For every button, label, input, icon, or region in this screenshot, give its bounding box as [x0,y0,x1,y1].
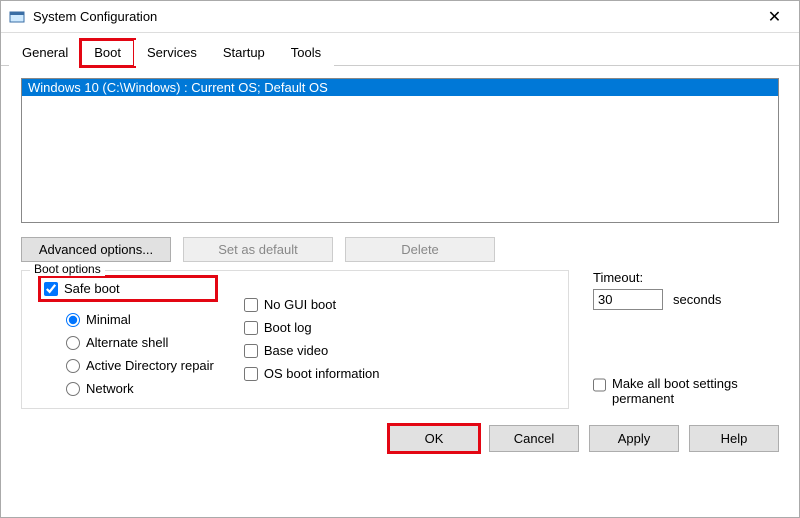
osinfo-checkbox[interactable]: OS boot information [244,366,380,381]
nogui-input[interactable] [244,298,258,312]
timeout-block: Timeout: seconds [593,270,779,310]
boot-entry[interactable]: Windows 10 (C:\Windows) : Current OS; De… [22,79,778,96]
titlebar: System Configuration ✕ [1,1,799,33]
system-configuration-window: System Configuration ✕ General Boot Serv… [0,0,800,518]
delete-button: Delete [345,237,495,262]
tab-boot[interactable]: Boot [81,40,134,66]
extra-boot-column: No GUI boot Boot log Base video OS boot … [244,297,380,396]
set-as-default-button: Set as default [183,237,333,262]
tab-general[interactable]: General [9,40,81,66]
timeout-label: Timeout: [593,270,779,285]
safe-boot-input[interactable] [44,282,58,296]
network-input[interactable] [66,382,80,396]
window-title: System Configuration [33,9,752,24]
adrepair-radio[interactable]: Active Directory repair [66,358,214,373]
permanent-input[interactable] [593,378,606,392]
dialog-footer: OK Cancel Apply Help [1,415,799,468]
basevideo-input[interactable] [244,344,258,358]
tab-tools[interactable]: Tools [278,40,334,66]
boot-options-group: Boot options Safe boot Minimal [21,270,569,409]
app-icon [9,9,25,25]
minimal-radio[interactable]: Minimal [66,312,214,327]
altshell-label: Alternate shell [86,335,168,350]
timeout-input[interactable] [593,289,663,310]
timeout-unit: seconds [673,292,721,307]
ok-button[interactable]: OK [389,425,479,452]
permanent-label: Make all boot settings permanent [612,376,779,406]
adrepair-input[interactable] [66,359,80,373]
minimal-input[interactable] [66,313,80,327]
options-row: Boot options Safe boot Minimal [21,270,779,409]
basevideo-label: Base video [264,343,328,358]
minimal-label: Minimal [86,312,131,327]
spacer [593,326,779,360]
nogui-label: No GUI boot [264,297,336,312]
bootlog-checkbox[interactable]: Boot log [244,320,380,335]
advanced-options-button[interactable]: Advanced options... [21,237,171,262]
bootlog-input[interactable] [244,321,258,335]
safe-boot-checkbox[interactable]: Safe boot [44,281,120,296]
altshell-input[interactable] [66,336,80,350]
tab-content-boot: Windows 10 (C:\Windows) : Current OS; De… [1,66,799,415]
safe-boot-label: Safe boot [64,281,120,296]
tab-services[interactable]: Services [134,40,210,66]
safe-boot-modes: Minimal Alternate shell Active Directory… [66,312,214,396]
permanent-checkbox[interactable]: Make all boot settings permanent [593,376,779,406]
boot-entries-list[interactable]: Windows 10 (C:\Windows) : Current OS; De… [21,78,779,223]
timeout-value-row: seconds [593,289,779,310]
tab-startup[interactable]: Startup [210,40,278,66]
boot-options-label: Boot options [30,262,105,276]
bootlog-label: Boot log [264,320,312,335]
tab-strip: General Boot Services Startup Tools [1,33,799,66]
basevideo-checkbox[interactable]: Base video [244,343,380,358]
osinfo-label: OS boot information [264,366,380,381]
nogui-checkbox[interactable]: No GUI boot [244,297,380,312]
network-label: Network [86,381,134,396]
altshell-radio[interactable]: Alternate shell [66,335,214,350]
apply-button[interactable]: Apply [589,425,679,452]
osinfo-input[interactable] [244,367,258,381]
timeout-column: Timeout: seconds Make all boot settings … [589,270,779,409]
network-radio[interactable]: Network [66,381,214,396]
close-button[interactable]: ✕ [752,2,797,32]
boot-buttons-row: Advanced options... Set as default Delet… [21,237,779,262]
safe-boot-highlight: Safe boot [42,279,214,298]
safe-boot-column: Safe boot Minimal Alternate shell [42,279,214,396]
help-button[interactable]: Help [689,425,779,452]
cancel-button[interactable]: Cancel [489,425,579,452]
adrepair-label: Active Directory repair [86,358,214,373]
